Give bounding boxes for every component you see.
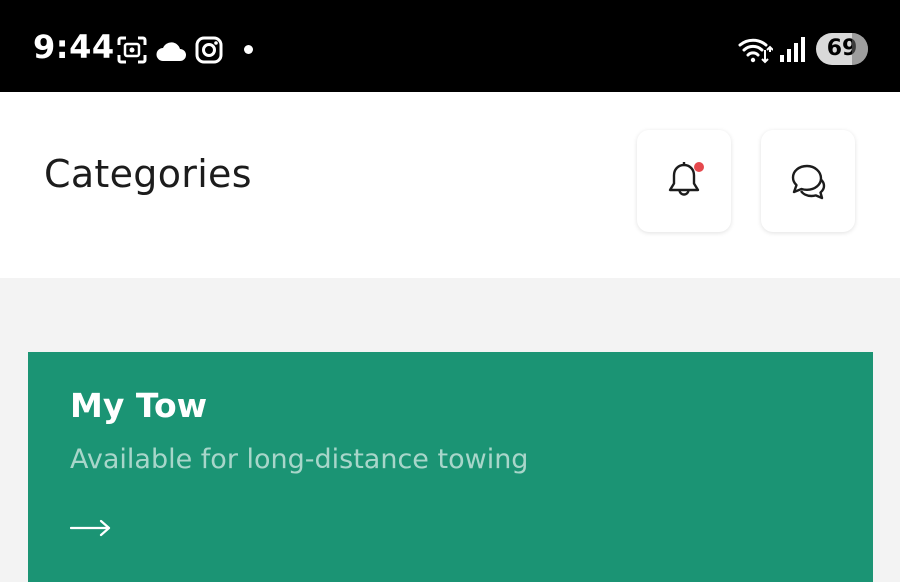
status-time: 9:44 xyxy=(33,28,115,66)
battery-icon: 69 xyxy=(816,33,868,65)
status-bar: 9:44 69 xyxy=(0,0,900,92)
category-subtitle: Available for long-distance towing xyxy=(70,444,529,475)
messages-button[interactable] xyxy=(761,130,855,232)
notification-dot xyxy=(244,45,253,54)
cloud-icon xyxy=(156,42,186,61)
wifi-icon xyxy=(738,38,773,64)
instagram-icon xyxy=(195,36,223,64)
header: Categories xyxy=(0,92,900,278)
page-title: Categories xyxy=(44,152,252,196)
category-title: My Tow xyxy=(70,386,208,425)
notification-badge xyxy=(694,162,704,172)
screenshot-icon xyxy=(117,36,147,64)
notifications-button[interactable] xyxy=(637,130,731,232)
chat-bubbles-icon xyxy=(791,164,826,200)
signal-icon xyxy=(780,37,805,62)
arrow-right-icon[interactable] xyxy=(70,518,112,538)
category-card-my-tow[interactable]: My Tow Available for long-distance towin… xyxy=(28,352,873,582)
